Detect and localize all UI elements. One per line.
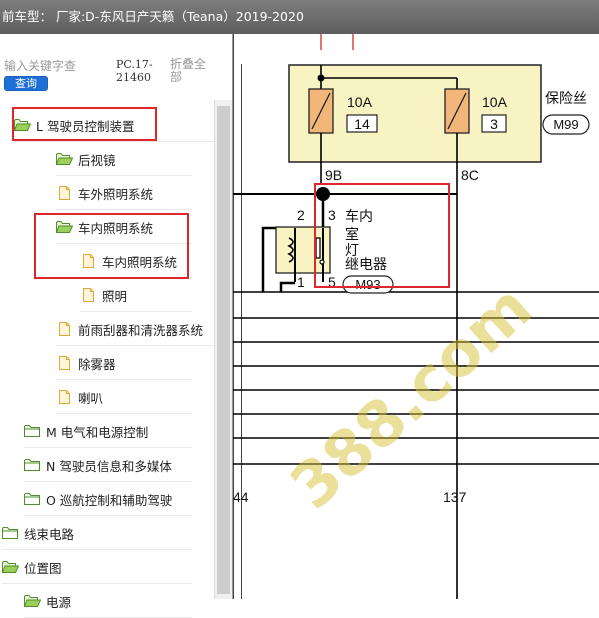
fuse-3-number: 3	[490, 116, 498, 132]
tree-item-label: 后视镜	[78, 152, 116, 168]
tree-item-label: 照明	[102, 288, 128, 304]
tree-item-location-diagram[interactable]: 位置图	[2, 551, 192, 584]
query-button[interactable]: 查询	[4, 76, 48, 91]
tree-item-horn[interactable]: 喇叭	[56, 381, 192, 414]
document-icon	[56, 322, 73, 336]
folder-closed-icon	[24, 424, 41, 438]
collapse-all-button[interactable]: 折叠全部	[170, 58, 214, 84]
tree-item-label: 除雾器	[78, 356, 116, 372]
folder-open-icon	[2, 560, 19, 574]
wiring-diagram: 10A 14 10A 3 保险丝 M99 9B 8C 2 3 1 5 车内 室	[233, 34, 599, 599]
relay-switch-symbol	[315, 237, 321, 259]
tree-scrollbar[interactable]	[214, 100, 232, 599]
fuse-14-number: 14	[354, 116, 370, 132]
fuse-box-connector: M99	[553, 117, 578, 132]
folder-closed-icon	[24, 458, 41, 472]
tree-item-cruise-control[interactable]: O 巡航控制和辅助驾驶	[24, 483, 192, 516]
document-icon	[80, 288, 97, 302]
folder-closed-icon	[24, 492, 41, 506]
window-title: 前车型： 厂家:D-东风日产天籁（Teana）2019-2020	[0, 0, 599, 34]
document-code: PC.17-21460	[116, 58, 153, 84]
tree-item-label: 线束电路	[24, 526, 75, 542]
tree-item-label: 位置图	[24, 560, 62, 576]
relay-body	[275, 226, 331, 274]
relay-pin-2: 2	[297, 207, 305, 223]
tree-item-mirrors[interactable]: 后视镜	[56, 143, 192, 176]
relay-switch-contact	[319, 259, 325, 265]
bottom-label-137: 137	[443, 489, 467, 505]
tree-item-label: N 驾驶员信息和多媒体	[46, 458, 172, 474]
tree-item-exterior-lighting[interactable]: 车外照明系统	[56, 177, 192, 210]
tree-item-label: 电源	[46, 594, 72, 610]
document-icon	[56, 356, 73, 370]
fuse-3-rating: 10A	[482, 94, 508, 110]
folder-open-icon	[56, 152, 73, 166]
document-icon	[56, 186, 73, 200]
category-tree: L 驾驶员控制装置 后视镜 车外照明系统 车内照明系统 车内照明系统 照明 前雨…	[0, 100, 214, 618]
tree-item-power[interactable]: 电源	[24, 585, 192, 618]
folder-open-icon	[24, 594, 41, 608]
tree-item-defogger[interactable]: 除雾器	[56, 347, 192, 380]
search-input[interactable]	[4, 56, 110, 76]
fuse-14-rating: 10A	[347, 94, 373, 110]
tree-item-label: O 巡航控制和辅助驾驶	[46, 492, 173, 508]
search-bar: 查询 PC.17-21460 折叠全部	[0, 34, 232, 100]
tree-item-front-wiper[interactable]: 前雨刮器和清洗器系统	[56, 313, 214, 346]
relay-name-line-4: 继电器	[345, 257, 387, 273]
highlight-interior-lighting	[34, 213, 189, 279]
bottom-label-44: 44	[233, 489, 249, 505]
tree-item-harness-circuit[interactable]: 线束电路	[2, 517, 192, 550]
relay-pin-3: 3	[328, 207, 336, 223]
relay-pin-1: 1	[297, 274, 305, 290]
tree-item-electrical-power[interactable]: M 电气和电源控制	[24, 415, 192, 448]
relay-connector: M93	[355, 277, 380, 292]
folder-closed-icon	[2, 526, 19, 540]
tree-item-label: 前雨刮器和清洗器系统	[78, 322, 204, 338]
tree-item-driver-info[interactable]: N 驾驶员信息和多媒体	[24, 449, 192, 482]
tree-item-label: 喇叭	[78, 390, 104, 406]
tree-item-label: M 电气和电源控制	[46, 424, 149, 440]
tree-item-illumination[interactable]: 照明	[80, 279, 192, 312]
document-icon	[56, 390, 73, 404]
relay-name-line-1: 车内	[345, 208, 373, 225]
highlight-driver-controls	[12, 107, 157, 141]
wire-label-9b: 9B	[325, 167, 342, 183]
relay-name-line-2: 室	[345, 226, 359, 243]
fuse-box-label: 保险丝	[545, 91, 587, 107]
wire-label-8c: 8C	[461, 167, 479, 183]
tree-item-label: 车外照明系统	[78, 186, 154, 202]
tree-scrollbar-thumb[interactable]	[217, 106, 230, 594]
